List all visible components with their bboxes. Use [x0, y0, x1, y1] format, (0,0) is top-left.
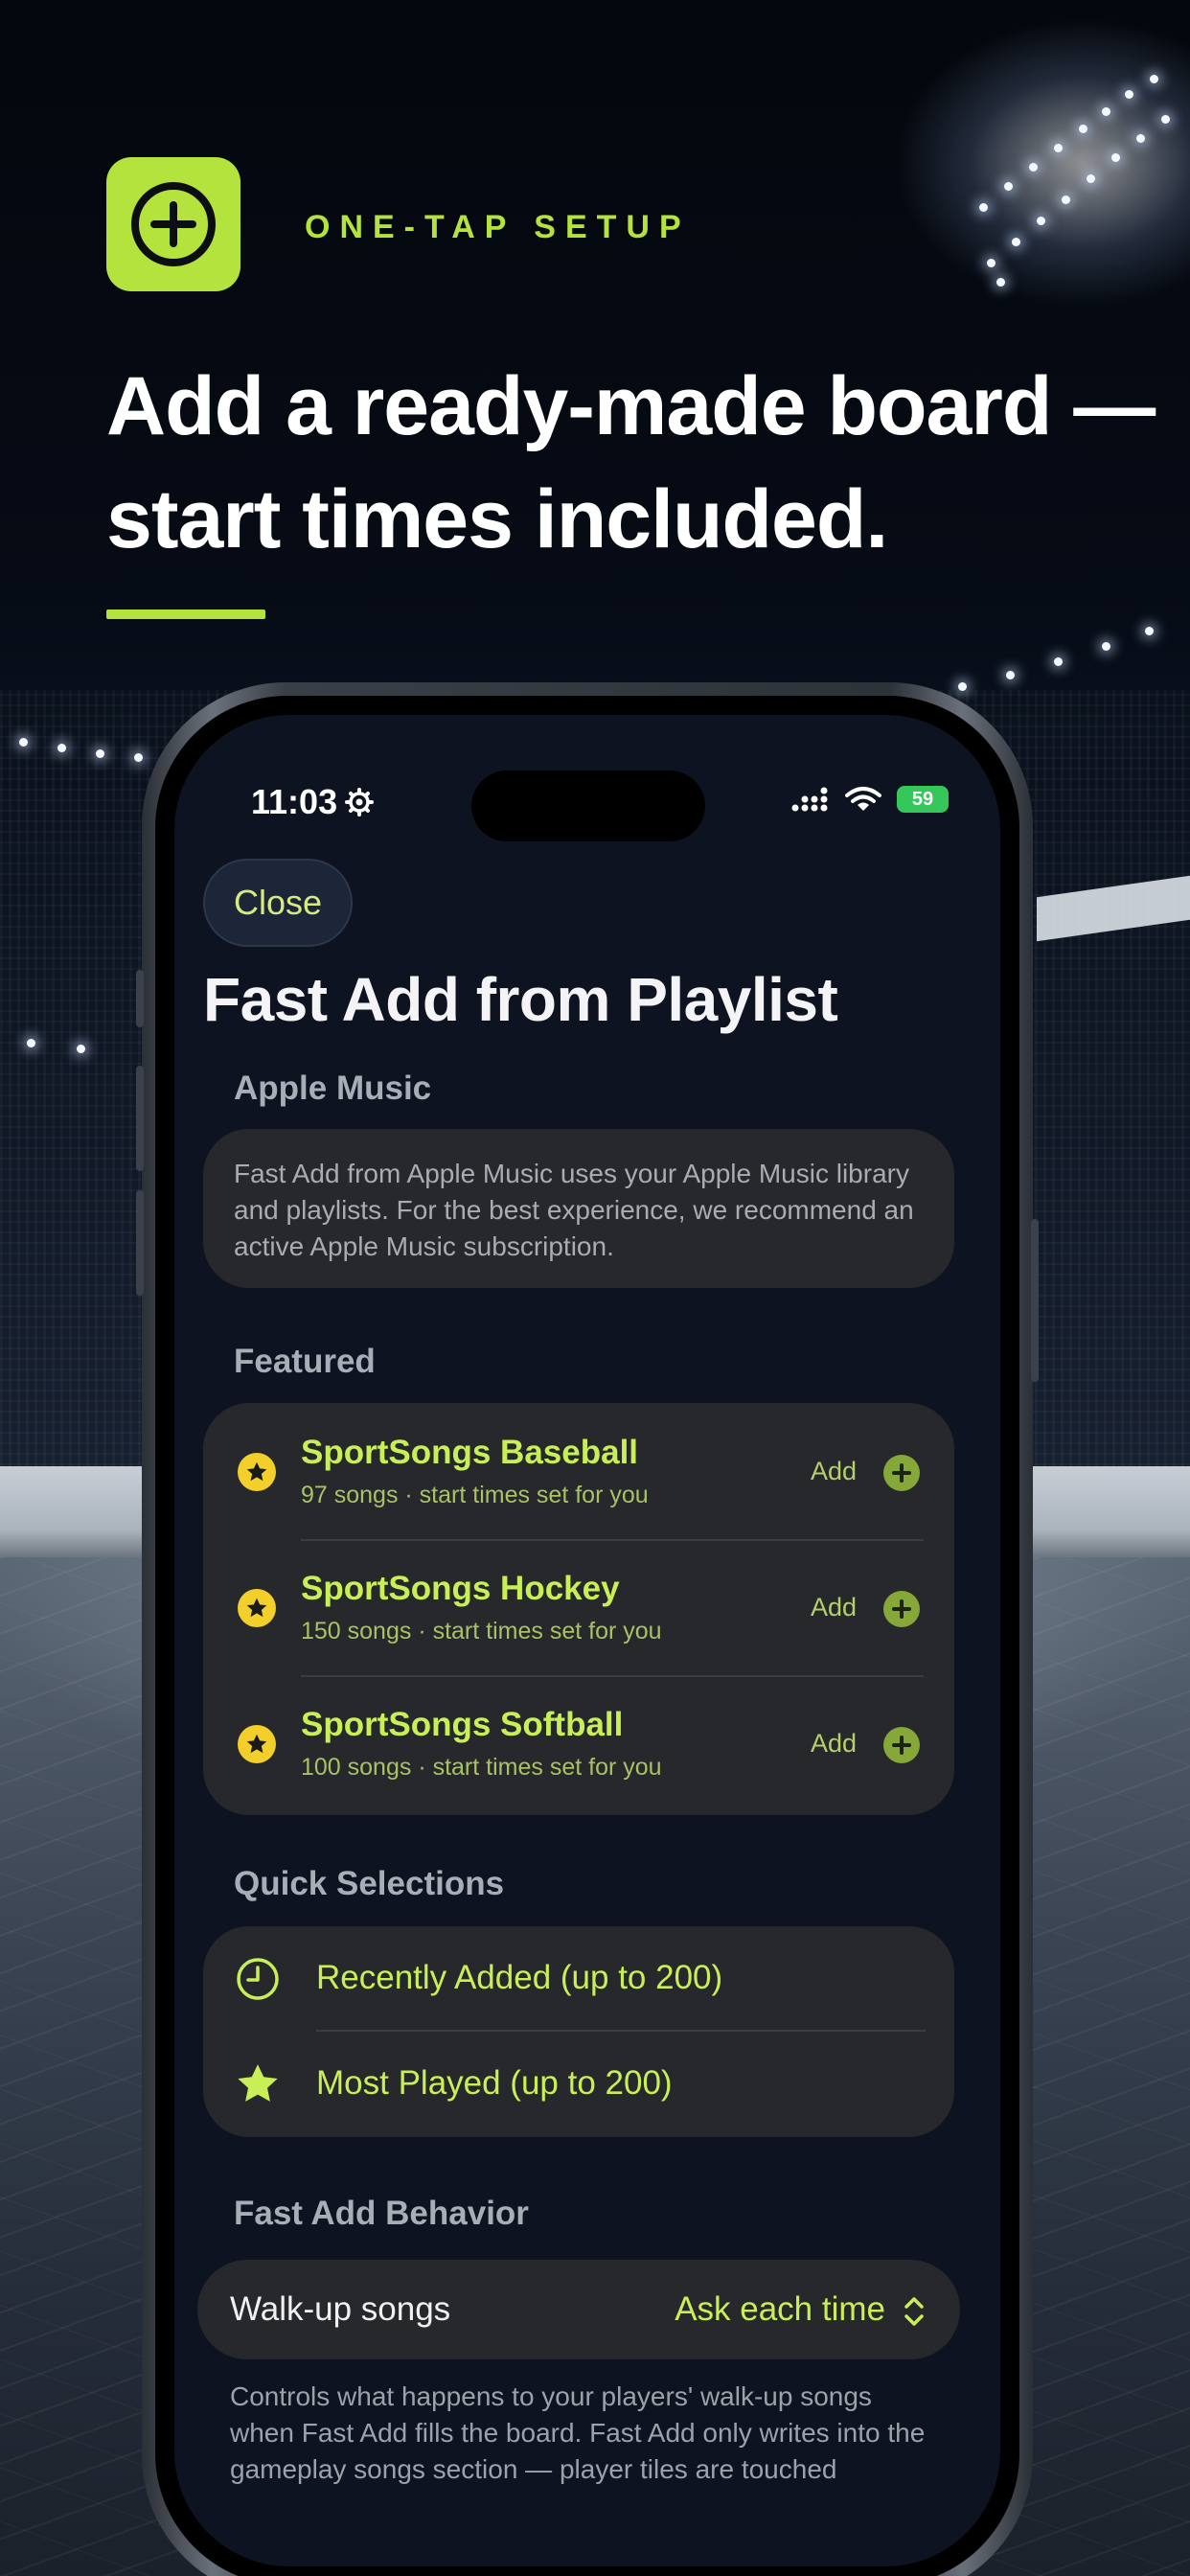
featured-item-title: SportSongs Baseball	[301, 1434, 639, 1471]
section-label-quick-selections: Quick Selections	[234, 1865, 505, 1902]
phone-frame: 11:03 59 Close Fast Add from Playlist Ap…	[136, 682, 1039, 2576]
sheet-title: Fast Add from Playlist	[203, 965, 838, 1034]
featured-item-title: SportSongs Hockey	[301, 1570, 620, 1607]
walkup-songs-label: Walk-up songs	[230, 2290, 451, 2328]
gear-icon	[345, 788, 375, 816]
apple-music-description: Fast Add from Apple Music uses your Appl…	[234, 1159, 914, 1261]
featured-item-subtitle: 100 songs · start times set for you	[301, 1754, 662, 1781]
add-button[interactable]: Add	[811, 1729, 857, 1759]
chevron-up-down-icon	[904, 2297, 924, 2326]
section-label-fast-add-behavior: Fast Add Behavior	[234, 2195, 529, 2232]
featured-item-subtitle: 150 songs · start times set for you	[301, 1618, 662, 1644]
featured-card: SportSongs Baseball 97 songs · start tim…	[203, 1403, 954, 1815]
walkup-songs-picker[interactable]: Walk-up songs Ask each time	[197, 2260, 960, 2359]
promo-headline: Add a ready-made board — start times inc…	[106, 360, 1156, 565]
quick-item-label: Recently Added (up to 200)	[316, 1959, 723, 1996]
walkup-songs-value: Ask each time	[675, 2290, 885, 2328]
quick-item-label: Most Played (up to 200)	[316, 2064, 673, 2102]
phone-action-button	[136, 970, 144, 1027]
eyebrow-label: ONE-TAP SETUP	[305, 209, 691, 245]
star-icon	[238, 1589, 276, 1627]
close-button[interactable]: Close	[203, 859, 353, 947]
featured-item-title: SportSongs Softball	[301, 1706, 624, 1743]
wifi-icon	[845, 787, 881, 811]
status-indicators: 59	[791, 786, 949, 813]
featured-item-softball[interactable]: SportSongs Softball 100 songs · start ti…	[203, 1677, 954, 1813]
status-time-text: 11:03	[251, 782, 338, 821]
quick-item-most-played[interactable]: Most Played (up to 200)	[203, 2032, 954, 2137]
phone-volume-up	[136, 1066, 144, 1171]
battery-indicator: 59	[897, 786, 949, 813]
headline-underline	[106, 610, 265, 619]
phone-screen: 11:03 59 Close Fast Add from Playlist Ap…	[174, 715, 1000, 2566]
quick-selections-card: Recently Added (up to 200) Most Played (…	[203, 1926, 954, 2137]
section-label-apple-music: Apple Music	[234, 1070, 432, 1107]
plus-icon[interactable]	[883, 1591, 920, 1627]
section-label-featured: Featured	[234, 1343, 376, 1380]
status-time: 11:03	[251, 782, 375, 822]
plus-icon[interactable]	[883, 1727, 920, 1763]
behavior-footnote: Controls what happens to your players' w…	[230, 2381, 926, 2484]
add-button[interactable]: Add	[811, 1593, 857, 1622]
featured-item-hockey[interactable]: SportSongs Hockey 150 songs · start time…	[203, 1541, 954, 1677]
star-icon	[238, 1453, 276, 1491]
close-button-label: Close	[233, 883, 323, 922]
cellular-signal-icon	[791, 787, 828, 812]
phone-bezel: 11:03 59 Close Fast Add from Playlist Ap…	[155, 696, 1019, 2576]
phone-volume-down	[136, 1190, 144, 1296]
plus-icon[interactable]	[883, 1455, 920, 1491]
star-icon	[234, 2060, 282, 2108]
featured-item-baseball[interactable]: SportSongs Baseball 97 songs · start tim…	[203, 1405, 954, 1541]
featured-item-subtitle: 97 songs · start times set for you	[301, 1482, 649, 1508]
phone-side-button	[1031, 1219, 1039, 1382]
apple-music-info-card: Fast Add from Apple Music uses your Appl…	[203, 1129, 954, 1288]
quick-item-recently-added[interactable]: Recently Added (up to 200)	[203, 1926, 954, 2032]
star-icon	[238, 1725, 276, 1763]
plus-circle-icon	[131, 182, 216, 266]
clock-icon	[234, 1955, 282, 2003]
dynamic-island	[471, 770, 705, 841]
add-button[interactable]: Add	[811, 1457, 857, 1486]
battery-level: 59	[911, 788, 934, 810]
fast-add-badge	[106, 157, 240, 291]
